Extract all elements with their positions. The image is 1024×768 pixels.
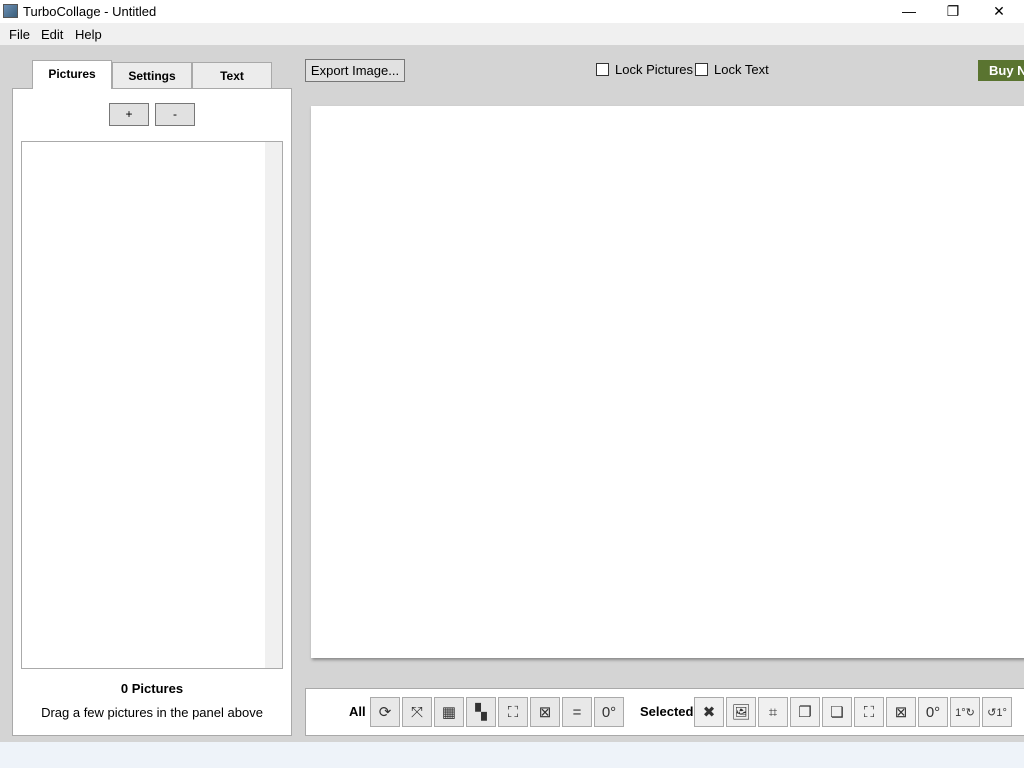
all-label: All bbox=[349, 704, 366, 719]
menu-edit[interactable]: Edit bbox=[41, 27, 63, 42]
selected-rotate-cw-button[interactable]: 1°↻ bbox=[950, 697, 980, 727]
delete-icon: ✖ bbox=[702, 704, 716, 721]
crop-icon: ⌗ bbox=[768, 703, 778, 721]
app-icon bbox=[3, 4, 18, 18]
menu-help[interactable]: Help bbox=[75, 27, 102, 42]
all-shrink-button[interactable]: ⊠ bbox=[530, 697, 560, 727]
picture-count: 0 Pictures bbox=[120, 681, 184, 696]
spread-icon: ⤧ bbox=[410, 703, 423, 721]
selected-shrink-button[interactable]: ⊠ bbox=[886, 697, 916, 727]
close-button[interactable]: ✕ bbox=[976, 0, 1022, 23]
rotate-ccw-icon: ↺1° bbox=[987, 706, 1007, 719]
rotate-cw-icon: 1°↻ bbox=[955, 706, 975, 719]
expand-icon: ⛶ bbox=[507, 703, 519, 721]
equal-size-icon: = bbox=[572, 703, 582, 721]
lock-text-label: Lock Text bbox=[714, 62, 769, 77]
minimize-button[interactable]: — bbox=[886, 0, 932, 23]
menu-file[interactable]: File bbox=[9, 27, 30, 42]
selected-label: Selected bbox=[640, 704, 694, 719]
export-image-button[interactable]: Export Image... bbox=[305, 59, 405, 82]
all-mosaic-button[interactable]: ▚ bbox=[466, 697, 496, 727]
all-grid-button[interactable]: ▦ bbox=[434, 697, 464, 727]
add-picture-button[interactable]: + bbox=[109, 103, 149, 126]
lock-pictures-label: Lock Pictures bbox=[615, 62, 694, 77]
all-equal-size-button[interactable]: = bbox=[562, 697, 592, 727]
selected-image-button[interactable]: 🖼 bbox=[726, 697, 756, 727]
lock-text-checkbox[interactable] bbox=[695, 63, 708, 76]
lock-pictures-checkbox[interactable] bbox=[596, 63, 609, 76]
status-bar bbox=[0, 742, 1024, 768]
image-icon: 🖼 bbox=[731, 704, 751, 721]
selected-crop-button[interactable]: ⌗ bbox=[758, 697, 788, 727]
shuffle-icon: ⟳ bbox=[378, 704, 392, 721]
maximize-button[interactable]: ❐ bbox=[930, 0, 976, 23]
selected-rotate-ccw-button[interactable]: ↺1° bbox=[982, 697, 1012, 727]
remove-picture-button[interactable]: - bbox=[155, 103, 195, 126]
menu-bar: File Edit Help bbox=[0, 23, 1024, 45]
grid-icon: ▦ bbox=[441, 704, 457, 721]
rotate-zero-icon: 0° bbox=[601, 703, 617, 721]
all-expand-button[interactable]: ⛶ bbox=[498, 697, 528, 727]
selected-rotate-zero-button[interactable]: 0° bbox=[918, 697, 948, 727]
tab-settings[interactable]: Settings bbox=[112, 62, 192, 89]
tab-text[interactable]: Text bbox=[192, 62, 272, 89]
shrink-icon: ⊠ bbox=[894, 704, 908, 721]
selected-delete-button[interactable]: ✖ bbox=[694, 697, 724, 727]
all-spread-button[interactable]: ⤧ bbox=[402, 697, 432, 727]
selected-send-back-button[interactable]: ❏ bbox=[822, 697, 852, 727]
all-shuffle-button[interactable]: ⟳ bbox=[370, 697, 400, 727]
selected-expand-button[interactable]: ⛶ bbox=[854, 697, 884, 727]
shrink-icon: ⊠ bbox=[538, 704, 552, 721]
window-title: TurboCollage - Untitled bbox=[23, 4, 157, 19]
rotate-zero-icon: 0° bbox=[925, 703, 941, 721]
expand-icon: ⛶ bbox=[863, 703, 875, 721]
buy-now-button[interactable]: Buy Now bbox=[978, 60, 1024, 81]
picture-list[interactable] bbox=[21, 141, 283, 669]
tab-pictures[interactable]: Pictures bbox=[32, 60, 112, 89]
all-rotate-zero-button[interactable]: 0° bbox=[594, 697, 624, 727]
title-bar: TurboCollage - Untitled — ❐ ✕ bbox=[0, 0, 1024, 23]
list-scrollbar[interactable] bbox=[265, 142, 282, 668]
collage-canvas[interactable] bbox=[311, 106, 1024, 658]
selected-bring-front-button[interactable]: ❐ bbox=[790, 697, 820, 727]
bring-front-icon: ❐ bbox=[798, 704, 812, 721]
mosaic-icon: ▚ bbox=[475, 704, 487, 721]
send-back-icon: ❏ bbox=[830, 704, 844, 721]
drag-hint: Drag a few pictures in the panel above bbox=[41, 705, 263, 720]
